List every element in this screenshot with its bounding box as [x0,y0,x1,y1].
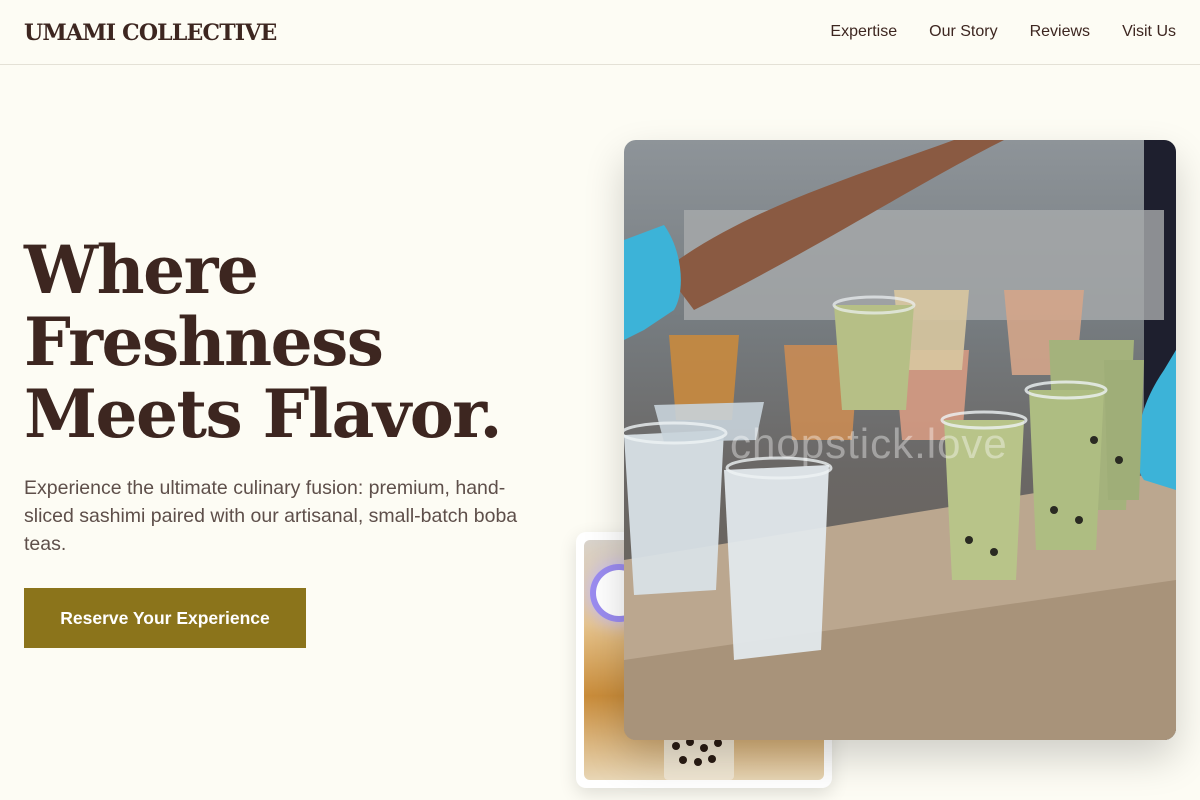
site-header: UMAMI COLLECTIVE Expertise Our Story Rev… [0,0,1200,65]
hero-description: Experience the ultimate culinary fusion:… [24,477,518,555]
hero-title: Where Freshness Meets Flavor. [24,234,584,450]
nav-link-reviews[interactable]: Reviews [1030,21,1090,43]
hero-title-line-2: Freshness [24,303,384,381]
tapioca-pearl [708,755,716,763]
hero-title-line-1: Where [24,231,259,309]
tapioca-pearl [679,756,687,764]
tapioca-pearl [672,742,680,750]
tapioca-pearl [700,744,708,752]
hero-title-line-3: Meets Flavor. [24,375,502,453]
nav-link-visit-us[interactable]: Visit Us [1122,21,1176,43]
brand-logo[interactable]: UMAMI COLLECTIVE [24,18,277,48]
main-nav: Expertise Our Story Reviews Visit Us [830,21,1176,43]
nav-link-our-story[interactable]: Our Story [929,21,997,43]
tapioca-pearl [714,739,722,747]
reserve-experience-button[interactable]: Reserve Your Experience [24,588,306,648]
image-watermark: chopstick.love [730,420,1008,467]
nav-link-expertise[interactable]: Expertise [830,21,897,43]
tapioca-pearl [694,758,702,766]
